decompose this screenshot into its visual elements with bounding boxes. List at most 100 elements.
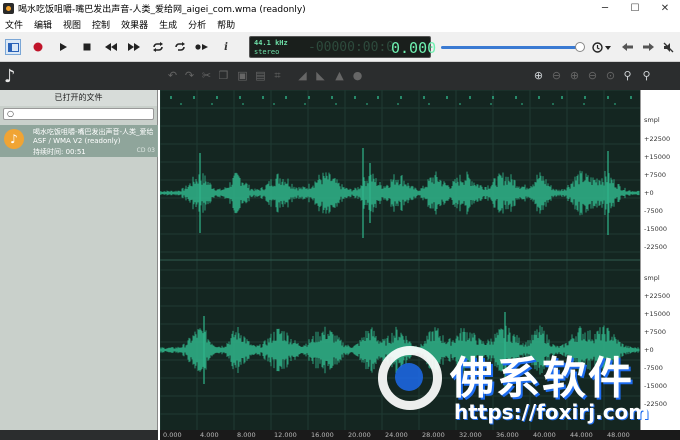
scale-unit-bottom: smpl <box>644 274 660 282</box>
copy-icon[interactable]: ❐ <box>217 69 230 82</box>
music-note-logo-icon: ♪ <box>4 66 16 87</box>
mute-button[interactable] <box>660 39 676 55</box>
menu-control[interactable]: 控制 <box>92 18 110 31</box>
time-tick: 8.000 <box>237 431 256 439</box>
info-icon: i <box>224 41 228 53</box>
fade-out-icon[interactable]: ◣ <box>314 69 327 82</box>
close-button[interactable]: ✕ <box>650 3 680 14</box>
forward-button[interactable] <box>640 39 656 55</box>
file-search-input[interactable]: ○ <box>3 108 154 120</box>
normalize-icon[interactable]: ▲ <box>333 69 346 82</box>
time-tick: 4.000 <box>200 431 219 439</box>
rewind-button[interactable] <box>103 39 119 55</box>
play-icon <box>60 43 67 51</box>
open-files-title: 已打开的文件 <box>0 90 157 106</box>
info-button[interactable]: i <box>218 39 234 55</box>
zoom-out-icon[interactable]: ⊖ <box>550 69 563 82</box>
scale-label: -15000 <box>644 225 668 233</box>
zoom-vertical-out-icon[interactable]: ⚲ <box>640 69 653 82</box>
crop-icon[interactable]: ⌗ <box>271 69 284 82</box>
edit-toolbar: ↶ ↷ ✂ ❐ ▣ ▤ ⌗ ◢ ◣ ▲ ● ⊕ ⊖ ⊕ ⊖ ⊙ ⚲ ⚲ <box>0 62 680 90</box>
minimize-button[interactable]: ─ <box>590 3 620 14</box>
maximize-button[interactable]: ☐ <box>620 3 650 14</box>
scale-label: +22500 <box>644 135 671 143</box>
time-tick: 12.000 <box>274 431 297 439</box>
loop-button[interactable] <box>150 39 166 55</box>
play-cursor-icon <box>195 44 208 50</box>
scale-label: +22500 <box>644 292 671 300</box>
time-tick: 40.000 <box>533 431 556 439</box>
menu-analyze[interactable]: 分析 <box>188 18 206 31</box>
history-icon <box>592 41 611 53</box>
title-bar: 喝水吃饭咀嚼-嘴巴发出声音-人类_爱给网_aigei_com.wma (read… <box>0 0 680 16</box>
history-button[interactable] <box>590 39 614 55</box>
sidebar-toggle-button[interactable] <box>5 39 21 55</box>
time-tick: 0.000 <box>163 431 182 439</box>
time-tick: 24.000 <box>385 431 408 439</box>
paste-icon[interactable]: ▣ <box>236 69 249 82</box>
file-format: ASF / WMA V2 (readonly) <box>33 137 121 145</box>
fade-in-icon[interactable]: ◢ <box>296 69 309 82</box>
no-sound-icon <box>663 42 673 52</box>
watermark: 佛系软件 https://foxirj.com <box>374 340 664 430</box>
time-tick: 48.000 <box>607 431 630 439</box>
effect-icon[interactable]: ● <box>351 69 364 82</box>
window-title: 喝水吃饭咀嚼-嘴巴发出声音-人类_爱给网_aigei_com.wma (read… <box>18 4 306 15</box>
arrow-left-icon <box>621 43 633 51</box>
menu-bar: 文件 编辑 视图 控制 效果器 生成 分析 帮助 <box>0 16 680 32</box>
scale-label: -22500 <box>644 243 668 251</box>
position-display: 44.1 kHz stereo -00000:00:0 0.000 <box>249 36 436 58</box>
time-tick: 20.000 <box>348 431 371 439</box>
watermark-name: 佛系软件 <box>450 353 634 404</box>
scale-label: +15000 <box>644 310 671 318</box>
redo-icon[interactable]: ↷ <box>183 69 196 82</box>
time-ruler[interactable]: 0.000 4.000 8.000 12.000 16.000 20.000 2… <box>160 430 680 440</box>
volume-slider-knob[interactable] <box>575 42 585 52</box>
open-files-pane: 已打开的文件 ○ ♪ 喝水吃饭咀嚼-嘴巴发出声音-人类_爱给... ASF / … <box>0 90 158 430</box>
sample-rate: 44.1 kHz <box>254 39 288 47</box>
zoom-in-icon[interactable]: ⊕ <box>532 69 545 82</box>
left-pane-footer <box>0 430 158 440</box>
menu-edit[interactable]: 编辑 <box>34 18 52 31</box>
menu-file[interactable]: 文件 <box>5 18 23 31</box>
record-button[interactable] <box>30 39 46 55</box>
menu-help[interactable]: 帮助 <box>217 18 235 31</box>
menu-effects[interactable]: 效果器 <box>121 18 148 31</box>
time-tick: 28.000 <box>422 431 445 439</box>
play-button[interactable] <box>55 39 71 55</box>
file-duration: 持续时间: 00:51 <box>33 148 86 156</box>
arrow-right-icon <box>642 43 654 51</box>
scale-label: +7500 <box>644 328 666 336</box>
open-file-item[interactable]: ♪ 喝水吃饭咀嚼-嘴巴发出声音-人类_爱给... ASF / WMA V2 (r… <box>0 125 158 157</box>
menu-view[interactable]: 视图 <box>63 18 81 31</box>
cut-icon[interactable]: ✂ <box>200 69 213 82</box>
stop-button[interactable] <box>79 39 95 55</box>
delete-icon[interactable]: ▤ <box>254 69 267 82</box>
scale-label: -7500 <box>644 207 663 215</box>
zoom-all-icon[interactable]: ⊙ <box>604 69 617 82</box>
file-tag: CD 03 <box>136 147 155 154</box>
loop-selection-button[interactable] <box>172 39 188 55</box>
sidebar-icon <box>7 42 19 52</box>
zoom-fit-icon[interactable]: ⊖ <box>586 69 599 82</box>
fast-forward-icon <box>128 43 140 51</box>
music-note-icon: ♪ <box>4 129 24 149</box>
play-cursor-button[interactable] <box>194 39 210 55</box>
back-button[interactable] <box>619 39 635 55</box>
watermark-logo-icon <box>378 346 442 410</box>
volume-slider[interactable] <box>441 42 585 52</box>
time-tick: 16.000 <box>311 431 334 439</box>
zoom-selection-icon[interactable]: ⊕ <box>568 69 581 82</box>
app-icon <box>3 2 14 14</box>
menu-generate[interactable]: 生成 <box>159 18 177 31</box>
undo-icon[interactable]: ↶ <box>166 69 179 82</box>
file-name: 喝水吃饭咀嚼-嘴巴发出声音-人类_爱给... <box>33 128 153 136</box>
fast-forward-button[interactable] <box>126 39 142 55</box>
position-placeholder: -00000:00:0 <box>308 40 395 55</box>
position-value: 0.000 <box>391 39 437 57</box>
scale-label: +7500 <box>644 171 666 179</box>
loop-selection-icon <box>175 42 185 51</box>
loop-icon <box>153 42 163 52</box>
zoom-vertical-in-icon[interactable]: ⚲ <box>621 69 634 82</box>
watermark-url: https://foxirj.com <box>454 400 650 424</box>
